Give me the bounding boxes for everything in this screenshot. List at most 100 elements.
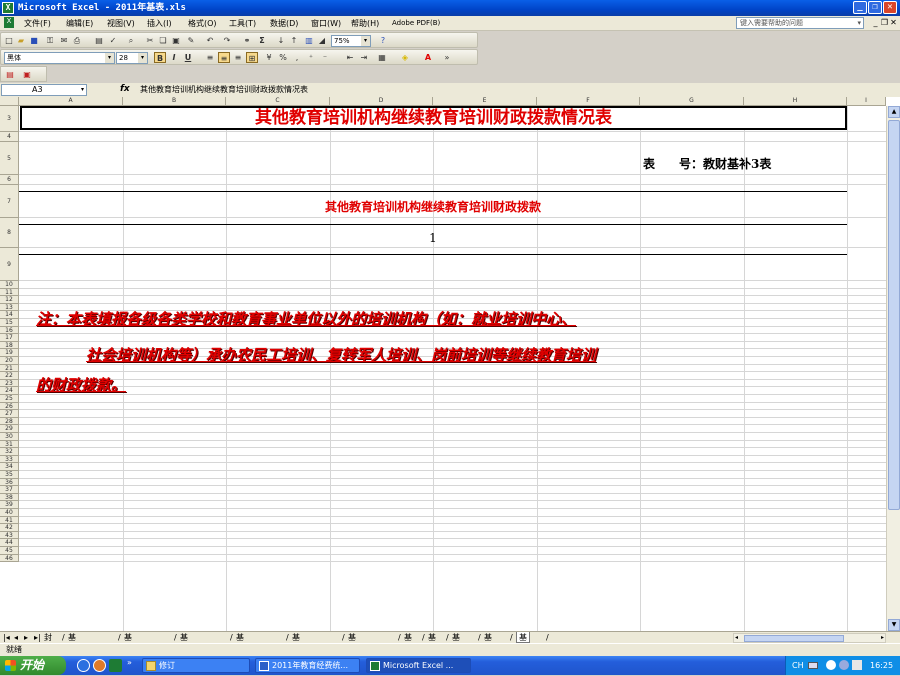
- permission-icon[interactable]: ⚿: [44, 35, 56, 46]
- column-header[interactable]: A: [19, 97, 123, 106]
- row-header[interactable]: 24: [0, 387, 19, 395]
- row-header[interactable]: 28: [0, 417, 19, 426]
- fill-color-icon[interactable]: ◈: [399, 52, 411, 63]
- row-header[interactable]: 7: [0, 185, 19, 218]
- row-header[interactable]: 34: [0, 463, 19, 471]
- taskbar-item-word[interactable]: 2011年教育经费统...: [255, 658, 360, 673]
- prev-sheet-icon[interactable]: ◂: [14, 632, 18, 643]
- sheet-tab[interactable]: 基3-1、2: [292, 632, 305, 675]
- sheet-tab[interactable]: 基4: [404, 632, 412, 653]
- column-header[interactable]: C: [226, 97, 330, 106]
- row-header[interactable]: 18: [0, 341, 19, 350]
- horizontal-scrollbar[interactable]: ◂ ▸: [733, 633, 886, 643]
- start-button[interactable]: 开始: [0, 656, 66, 675]
- menu-data[interactable]: 数据(D): [270, 18, 298, 29]
- next-sheet-icon[interactable]: ▸: [24, 632, 28, 643]
- row-header[interactable]: 39: [0, 501, 19, 509]
- sheet-tab[interactable]: 基1-1、2: [68, 632, 81, 675]
- sheet-tab[interactable]: 基2-3、4: [236, 632, 249, 675]
- row-header[interactable]: 5: [0, 142, 19, 175]
- menu-tools[interactable]: 工具(T): [229, 18, 256, 29]
- window-titlebar[interactable]: X Microsoft Excel - 2011年基表.xls _ ❐ ✕: [0, 0, 900, 16]
- row-header[interactable]: 44: [0, 539, 19, 547]
- comma-style-icon[interactable]: ,: [291, 52, 303, 63]
- increase-indent-icon[interactable]: ⇥: [358, 52, 370, 63]
- scroll-right-icon[interactable]: ▸: [881, 634, 884, 641]
- row-header[interactable]: 21: [0, 364, 19, 373]
- menu-format[interactable]: 格式(O): [188, 18, 217, 29]
- chevron-down-icon[interactable]: ▾: [105, 53, 114, 63]
- close-button[interactable]: ✕: [883, 1, 897, 14]
- clock[interactable]: 16:25: [870, 656, 893, 675]
- row-header[interactable]: 38: [0, 493, 19, 502]
- row-header[interactable]: 46: [0, 554, 19, 563]
- sheet-tab[interactable]: 基补1: [452, 632, 460, 664]
- row-header[interactable]: 4: [0, 132, 19, 142]
- menu-file[interactable]: 文件(F): [24, 18, 51, 29]
- row-header[interactable]: 27: [0, 410, 19, 418]
- row-header[interactable]: 30: [0, 433, 19, 441]
- scroll-thumb[interactable]: [888, 120, 900, 510]
- percent-button[interactable]: %: [277, 52, 289, 63]
- menu-view[interactable]: 视图(V): [107, 18, 135, 29]
- hyperlink-icon[interactable]: ⚭: [241, 35, 253, 46]
- language-indicator[interactable]: CH: [792, 656, 804, 675]
- autosum-button[interactable]: Σ: [256, 35, 268, 46]
- sheet-tab[interactable]: 基5: [428, 632, 436, 653]
- formula-input[interactable]: 其他教育培训机构继续教育培训财政拨款情况表: [140, 84, 308, 95]
- taskbar-item-excel[interactable]: Microsoft Excel ...: [366, 658, 471, 673]
- font-color-icon[interactable]: A: [422, 52, 434, 63]
- row-header[interactable]: 41: [0, 516, 19, 525]
- row-header[interactable]: 19: [0, 349, 19, 357]
- decrease-decimal-icon[interactable]: ⁻: [319, 52, 331, 63]
- first-sheet-icon[interactable]: |◂: [3, 632, 10, 643]
- network-icon[interactable]: [839, 660, 849, 670]
- print-preview-icon[interactable]: ▤: [93, 35, 105, 46]
- borders-icon[interactable]: ▦: [376, 52, 388, 63]
- restore-button[interactable]: ❐: [868, 1, 882, 14]
- save-icon[interactable]: ■: [28, 35, 40, 46]
- sheet-tab[interactable]: 封面: [44, 632, 52, 653]
- sheet-tab[interactable]: 基1-3、4: [124, 632, 137, 675]
- row-header[interactable]: 26: [0, 402, 19, 411]
- help-tray-icon[interactable]: [826, 660, 836, 670]
- row-header[interactable]: 8: [0, 218, 19, 248]
- select-all-corner[interactable]: [0, 97, 19, 106]
- quicklaunch-expand-icon[interactable]: »: [127, 658, 132, 667]
- row-header[interactable]: 45: [0, 547, 19, 555]
- row-header[interactable]: 25: [0, 395, 19, 403]
- keyboard-icon[interactable]: [808, 662, 818, 669]
- hscroll-thumb[interactable]: [744, 635, 844, 642]
- chart-wizard-icon[interactable]: ▥: [303, 35, 315, 46]
- worksheet-grid[interactable]: A B C D E F G H I 3 4 5 6 7 8 9 10 11 12 13 14 15 16 1…: [0, 97, 900, 631]
- excel-app-icon[interactable]: X: [2, 2, 14, 14]
- copy-icon[interactable]: ❏: [157, 35, 169, 46]
- increase-decimal-icon[interactable]: ⁺: [305, 52, 317, 63]
- row-header[interactable]: 12: [0, 296, 19, 304]
- row-header[interactable]: 15: [0, 319, 19, 327]
- minimize-button[interactable]: _: [853, 1, 867, 14]
- name-box[interactable]: A3 ▾: [1, 84, 87, 96]
- row-header[interactable]: 9: [0, 248, 19, 281]
- zoom-select[interactable]: 75% ▾: [331, 35, 371, 47]
- row-header[interactable]: 32: [0, 448, 19, 456]
- pdf-convert-icon[interactable]: ▤: [4, 69, 16, 80]
- scroll-down-icon[interactable]: ▼: [888, 619, 900, 631]
- row-header[interactable]: 35: [0, 471, 19, 479]
- column-header[interactable]: D: [330, 97, 433, 106]
- row-header[interactable]: 36: [0, 478, 19, 487]
- chevron-down-icon[interactable]: ▾: [138, 53, 147, 63]
- format-painter-icon[interactable]: ✎: [185, 35, 197, 46]
- menu-insert[interactable]: 插入(I): [147, 18, 172, 29]
- scroll-up-icon[interactable]: ▲: [888, 106, 900, 118]
- chevron-down-icon[interactable]: ▾: [361, 36, 370, 46]
- undo-icon[interactable]: ↶: [204, 35, 216, 46]
- ie-icon[interactable]: [77, 659, 90, 672]
- note-line-2[interactable]: 社会培训机构等）承办农民工培训、复转军人培训、岗前培训等继续教育培训: [86, 344, 596, 365]
- align-center-icon[interactable]: ≡: [218, 52, 230, 63]
- currency-icon[interactable]: ¥: [263, 52, 275, 63]
- last-sheet-icon[interactable]: ▸|: [34, 632, 41, 643]
- column-header[interactable]: I: [847, 97, 886, 106]
- media-player-icon[interactable]: [93, 659, 106, 672]
- sheet-tab[interactable]: 基2-1、2: [180, 632, 193, 675]
